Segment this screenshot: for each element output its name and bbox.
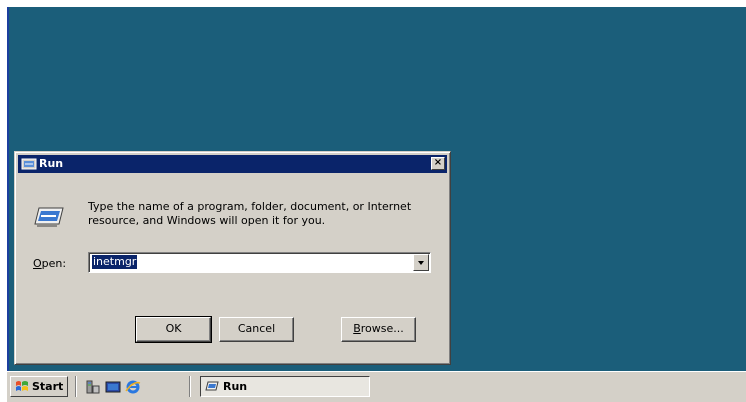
browse-label: rowse... — [360, 322, 404, 335]
browse-button[interactable]: Browse... — [341, 317, 416, 342]
taskbar-separator — [75, 376, 77, 397]
windows-flag-icon — [16, 381, 28, 391]
dialog-description: Type the name of a program, folder, docu… — [88, 200, 438, 228]
open-combobox[interactable]: inetmgr — [88, 252, 431, 273]
description-line-1: Type the name of a program, folder, docu… — [88, 200, 412, 213]
run-dialog: Run × Type the name of a program, folder… — [14, 151, 451, 365]
start-label: Start — [32, 380, 64, 393]
browse-accelerator: B — [353, 322, 361, 335]
open-input-value[interactable]: inetmgr — [92, 255, 138, 269]
open-label-accelerator: O — [33, 257, 42, 270]
internet-explorer-icon[interactable] — [125, 379, 141, 395]
taskbar-separator — [189, 376, 191, 397]
screen: Run × Type the name of a program, folder… — [0, 0, 746, 402]
start-button[interactable]: Start — [10, 376, 68, 397]
dialog-title: Run — [39, 157, 64, 170]
server-manager-icon[interactable] — [85, 379, 101, 395]
chevron-down-icon[interactable] — [413, 254, 429, 271]
close-button[interactable]: × — [431, 157, 445, 170]
ok-button[interactable]: OK — [135, 316, 212, 343]
run-icon — [205, 381, 219, 391]
description-line-2: resource, and Windows will open it for y… — [88, 214, 326, 227]
run-program-icon — [34, 207, 64, 227]
open-label: Open: — [33, 257, 66, 270]
taskbar-item-label: Run — [223, 380, 248, 393]
dialog-titlebar[interactable]: Run × — [18, 155, 447, 173]
cancel-button[interactable]: Cancel — [219, 317, 294, 342]
desktop-edge — [7, 7, 9, 371]
taskbar: Start Run — [7, 371, 746, 402]
taskbar-item-run[interactable]: Run — [200, 376, 370, 397]
open-label-text: pen: — [41, 257, 67, 270]
show-desktop-icon[interactable] — [105, 379, 121, 395]
close-icon: × — [433, 157, 443, 168]
run-icon — [21, 158, 37, 170]
